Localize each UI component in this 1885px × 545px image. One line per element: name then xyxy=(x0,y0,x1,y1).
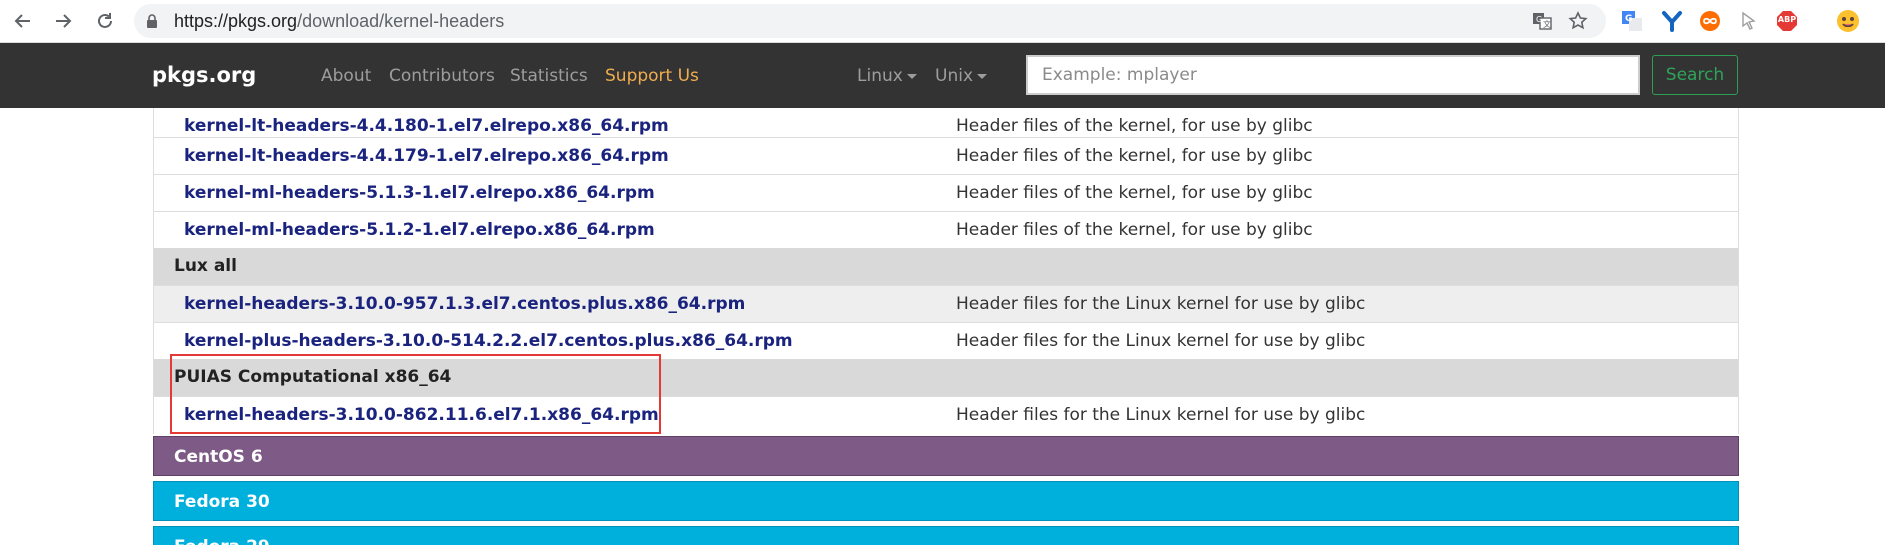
package-description: Header files for the Linux kernel for us… xyxy=(956,331,1366,351)
reload-icon xyxy=(98,13,112,28)
browser-toolbar: https://pkgs.org/download/kernel-headers… xyxy=(0,0,1885,43)
package-link[interactable]: kernel-plus-headers-3.10.0-514.2.2.el7.c… xyxy=(184,331,793,351)
google-translate-ext-icon: G xyxy=(1622,11,1642,31)
chevron-down-icon xyxy=(906,73,917,79)
nav-link-contributors[interactable]: Contributors xyxy=(389,66,495,86)
linux-dropdown[interactable]: Linux xyxy=(857,66,917,86)
star-icon xyxy=(1568,11,1588,30)
table-row: kernel-headers-3.10.0-862.11.6.el7.1.x86… xyxy=(153,396,1739,434)
forward-icon xyxy=(56,14,72,28)
package-description: Header files for the Linux kernel for us… xyxy=(956,294,1366,314)
nav-link-about[interactable]: About xyxy=(321,66,371,86)
package-link[interactable]: kernel-ml-headers-5.1.2-1.el7.elrepo.x86… xyxy=(184,220,655,240)
package-link[interactable]: kernel-lt-headers-4.4.179-1.el7.elrepo.x… xyxy=(184,146,669,166)
package-description: Header files of the kernel, for use by g… xyxy=(956,116,1313,136)
infinity-ext-icon xyxy=(1700,11,1720,31)
package-list: kernel-lt-headers-4.4.180-1.el7.elrepo.x… xyxy=(153,108,1739,545)
search-input[interactable] xyxy=(1026,55,1640,95)
unix-dropdown[interactable]: Unix xyxy=(935,66,988,86)
reload-button[interactable] xyxy=(92,8,118,34)
abp-label: ABP xyxy=(1777,15,1797,24)
svg-text:文: 文 xyxy=(1543,19,1551,29)
distro-label: Fedora 30 xyxy=(174,492,270,512)
profile-avatar-icon xyxy=(1837,10,1859,32)
table-row: kernel-lt-headers-4.4.179-1.el7.elrepo.x… xyxy=(153,137,1739,174)
bookmark-star-button[interactable] xyxy=(1568,11,1588,31)
url-text: https://pkgs.org/download/kernel-headers xyxy=(174,11,505,31)
distro-header-centos-6[interactable]: CentOS 6 xyxy=(153,436,1739,476)
nav-link-support-us[interactable]: Support Us xyxy=(605,66,699,86)
search-button[interactable]: Search xyxy=(1652,55,1738,95)
translate-button[interactable]: G文 xyxy=(1532,11,1552,31)
package-link[interactable]: kernel-headers-3.10.0-957.1.3.el7.centos… xyxy=(184,294,745,314)
lock-icon xyxy=(147,14,157,28)
package-link[interactable]: kernel-lt-headers-4.4.180-1.el7.elrepo.x… xyxy=(184,116,669,136)
google-translate-extension[interactable]: G xyxy=(1620,9,1644,33)
package-description: Header files for the Linux kernel for us… xyxy=(956,405,1366,425)
package-description: Header files of the kernel, for use by g… xyxy=(956,220,1313,240)
forward-button[interactable] xyxy=(50,8,76,34)
table-row: kernel-plus-headers-3.10.0-514.2.2.el7.c… xyxy=(153,322,1739,359)
table-row: kernel-ml-headers-5.1.3-1.el7.elrepo.x86… xyxy=(153,174,1739,211)
chevron-down-icon xyxy=(977,73,988,79)
package-link[interactable]: kernel-headers-3.10.0-862.11.6.el7.1.x86… xyxy=(184,405,659,425)
repo-group-label: PUIAS Computational x86_64 xyxy=(174,367,452,387)
profile-button[interactable] xyxy=(1836,9,1860,33)
distro-label: CentOS 6 xyxy=(174,447,263,467)
linux-dropdown-label: Linux xyxy=(857,66,903,86)
cursor-ext-icon xyxy=(1742,11,1756,30)
adblock-plus-extension[interactable]: ABP xyxy=(1775,9,1799,33)
svg-text:G: G xyxy=(1536,15,1542,24)
repo-group-header: Lux all xyxy=(153,248,1739,285)
translate-icon: G文 xyxy=(1533,13,1552,30)
distro-header-fedora-29[interactable]: Fedora 29 xyxy=(153,526,1739,545)
repo-group-header: PUIAS Computational x86_64 xyxy=(153,359,1739,396)
package-description: Header files of the kernel, for use by g… xyxy=(956,183,1313,203)
address-bar[interactable]: https://pkgs.org/download/kernel-headers… xyxy=(134,4,1606,38)
site-navbar: pkgs.org About Contributors Statistics S… xyxy=(0,43,1885,108)
distro-header-fedora-30[interactable]: Fedora 30 xyxy=(153,481,1739,521)
cursor-extension[interactable] xyxy=(1737,9,1761,33)
package-link[interactable]: kernel-ml-headers-5.1.3-1.el7.elrepo.x86… xyxy=(184,183,655,203)
blue-y-ext-icon xyxy=(1662,11,1682,32)
repo-group-label: Lux all xyxy=(174,256,237,276)
back-icon xyxy=(14,14,30,28)
table-row: kernel-ml-headers-5.1.2-1.el7.elrepo.x86… xyxy=(153,211,1739,248)
back-button[interactable] xyxy=(10,8,36,34)
nav-link-statistics[interactable]: Statistics xyxy=(510,66,588,86)
infinity-extension[interactable] xyxy=(1698,9,1722,33)
brand-logo[interactable]: pkgs.org xyxy=(152,63,256,87)
svg-text:G: G xyxy=(1625,14,1632,24)
distro-label: Fedora 29 xyxy=(174,537,270,545)
blue-y-extension[interactable] xyxy=(1660,9,1684,33)
unix-dropdown-label: Unix xyxy=(935,66,974,86)
package-description: Header files of the kernel, for use by g… xyxy=(956,146,1313,166)
table-row: kernel-headers-3.10.0-957.1.3.el7.centos… xyxy=(153,285,1739,322)
